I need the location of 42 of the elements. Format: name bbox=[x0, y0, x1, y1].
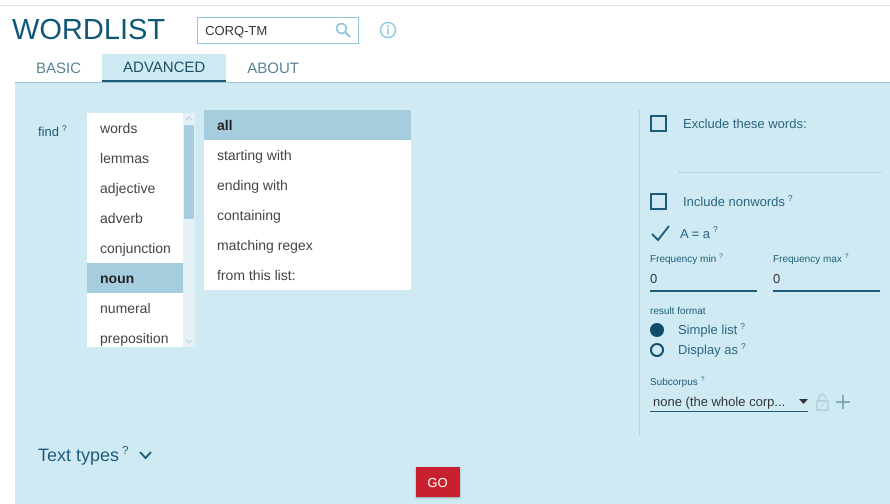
go-button[interactable]: GO bbox=[416, 467, 460, 497]
frequency-max-field[interactable]: 0 bbox=[773, 265, 880, 292]
find-label: find$^{?}$ bbox=[38, 124, 67, 139]
caret-icon bbox=[799, 399, 808, 404]
tab[interactable]: ABOUT bbox=[226, 54, 320, 82]
subcorpus-dropdown[interactable]: none (the whole corp... bbox=[650, 391, 808, 412]
list-item[interactable]: adverb bbox=[87, 203, 183, 233]
list-item[interactable]: starting with bbox=[204, 140, 411, 170]
list-item[interactable]: all bbox=[204, 110, 411, 140]
list-item[interactable]: preposition bbox=[87, 323, 183, 347]
checkbox-label: Include nonwords$^{?}$ bbox=[683, 194, 793, 209]
field-label: Frequency max$^{?}$ bbox=[773, 254, 850, 265]
list-item[interactable]: noun bbox=[87, 263, 183, 293]
list-item[interactable]: numeral bbox=[87, 293, 183, 323]
list-item[interactable]: ending with bbox=[204, 170, 411, 200]
radio-button[interactable] bbox=[650, 322, 664, 336]
list-item[interactable]: from this list: bbox=[204, 260, 411, 290]
chevron-down-icon[interactable] bbox=[138, 451, 152, 460]
list-item[interactable]: conjunction bbox=[87, 233, 183, 263]
list-item[interactable]: adjective bbox=[87, 173, 183, 203]
radio-label: Display as$^{?}$ bbox=[678, 342, 746, 357]
checkbox-label: A = a$^{?}$ bbox=[680, 226, 718, 240]
search-icon bbox=[335, 22, 352, 38]
text-types-label[interactable]: Text types$^{?}$ bbox=[38, 445, 129, 466]
frequency-min-field[interactable]: 0 bbox=[650, 265, 757, 292]
checkbox-label: Exclude these words: bbox=[683, 116, 807, 131]
list-item[interactable]: matching regex bbox=[204, 230, 411, 260]
field-label: Frequency min$^{?}$ bbox=[650, 254, 724, 265]
app-title: WORDLIST bbox=[12, 14, 166, 46]
tab[interactable]: BASIC bbox=[15, 54, 102, 82]
list-item[interactable]: containing bbox=[204, 200, 411, 230]
list-item[interactable]: lemmas bbox=[87, 143, 183, 173]
list-item[interactable]: words bbox=[87, 113, 183, 143]
checkbox[interactable] bbox=[650, 115, 667, 132]
radio-label: Simple list$^{?}$ bbox=[678, 322, 745, 337]
radio-button[interactable] bbox=[650, 342, 664, 356]
corpus-search-field[interactable]: CORQ-TM bbox=[197, 16, 360, 44]
subcorpus-label: Subcorpus$^{?}$ bbox=[650, 377, 706, 388]
check-icon[interactable] bbox=[650, 224, 670, 242]
tab[interactable]: ADVANCED bbox=[102, 54, 226, 82]
result-format-label: result format bbox=[650, 306, 707, 317]
checkbox[interactable] bbox=[650, 193, 667, 210]
